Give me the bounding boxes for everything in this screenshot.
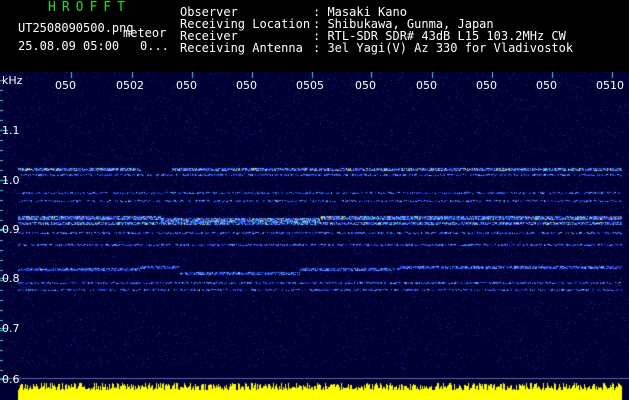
time-tick-label: 0505 — [296, 79, 324, 92]
time-tick-label: 0502 — [116, 79, 144, 92]
y-tick-label: 0.8 — [2, 272, 20, 285]
waterfall-canvas — [0, 72, 629, 400]
time-tick-label: 050 — [536, 79, 557, 92]
antenna-value: : 3el Yagi(V) Az 330 for Vladivostok — [313, 41, 574, 55]
meteor-count: 0... — [140, 39, 169, 53]
y-tick-label: 1.1 — [2, 124, 20, 137]
time-tick-label: 050 — [416, 79, 437, 92]
antenna-label: Receiving Antenna — [180, 41, 303, 55]
y-tick-label: 0.9 — [2, 223, 20, 236]
time-tick-label: 0510 — [596, 79, 624, 92]
time-tick-label: 050 — [476, 79, 497, 92]
brand-title: HROFFT — [48, 0, 131, 15]
date-time: 25.08.09 05:00 — [18, 39, 120, 53]
unit-label: kHz — [2, 74, 23, 87]
y-tick-label: 0.7 — [2, 322, 20, 335]
y-tick-label: 1.0 — [2, 174, 20, 187]
time-tick-label: 050 — [355, 79, 376, 92]
time-tick-label: 050 — [55, 79, 76, 92]
time-tick-label: 050 — [176, 79, 197, 92]
meteor-label: meteor — [123, 26, 167, 40]
file-name: UT2508090500.png — [18, 21, 134, 35]
spectrogram-panel — [0, 72, 629, 400]
header-panel: HROFFT UT2508090500.png 25.08.09 05:00 m… — [0, 0, 629, 72]
time-tick-label: 050 — [236, 79, 257, 92]
y-tick-label: 0.6 — [2, 373, 20, 386]
